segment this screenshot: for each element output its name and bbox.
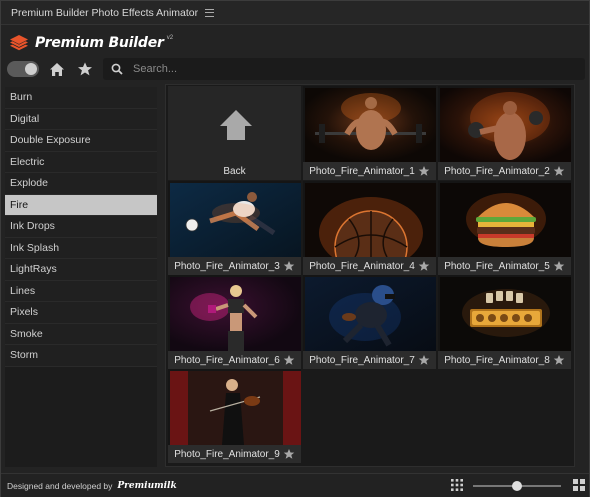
back-label: Back [223,165,246,177]
preset-label: Photo_Fire_Animator_8 [444,354,550,366]
favorite-star-icon[interactable] [283,354,295,366]
tile-caption: Photo_Fire_Animator_5 [438,257,571,275]
home-icon[interactable] [47,59,67,79]
preset-tile-9[interactable]: Photo_Fire_Animator_9 [168,369,301,463]
slider-handle[interactable] [512,481,522,491]
preset-thumbnail-7 [305,277,436,351]
mode-toggle[interactable] [7,61,39,77]
tile-caption: Back [168,162,301,180]
soccer-player-image [170,183,301,257]
fitness-woman-image [170,277,301,351]
preset-label: Photo_Fire_Animator_3 [174,260,280,272]
football-player-image [305,277,436,351]
tile-caption: Photo_Fire_Animator_4 [303,257,436,275]
preset-tile-1[interactable]: Photo_Fire_Animator_1 [303,86,436,180]
tile-caption: Photo_Fire_Animator_2 [438,162,571,180]
category-item-ink-drops[interactable]: Ink Drops [5,216,157,238]
burger-image [440,183,571,257]
tile-caption: Photo_Fire_Animator_3 [168,257,301,275]
preset-thumbnail-9 [170,371,301,445]
back-thumbnail [170,88,301,162]
category-list: Burn Digital Double Exposure Electric Ex… [5,87,157,467]
thumbnail-size-slider[interactable] [473,481,561,491]
tile-caption: Photo_Fire_Animator_6 [168,351,301,369]
tile-caption: Photo_Fire_Animator_7 [303,351,436,369]
large-grid-icon[interactable] [573,479,585,491]
category-item-smoke[interactable]: Smoke [5,323,157,345]
toolbar [7,57,585,81]
preset-label: Photo_Fire_Animator_9 [174,448,280,460]
favorite-star-icon[interactable] [553,354,565,366]
preset-tile-6[interactable]: Photo_Fire_Animator_6 [168,275,301,369]
footer-bar: Designed and developed by Premiumilk [1,473,589,497]
category-item-electric[interactable]: Electric [5,151,157,173]
back-tile[interactable]: Back [168,86,301,180]
developer-logo: Premiumilk [117,480,177,491]
brand-header: Premium Builder v2 [9,32,173,54]
preset-thumbnail-2 [440,88,571,162]
preset-thumbnail-4 [305,183,436,257]
extension-panel: Premium Builder Photo Effects Animator P… [0,0,590,497]
category-item-burn[interactable]: Burn [5,87,157,109]
casino-sign-image [440,277,571,351]
category-item-digital[interactable]: Digital [5,108,157,130]
violinist-image [170,371,301,445]
favorite-star-icon[interactable] [283,260,295,272]
category-item-pixels[interactable]: Pixels [5,302,157,324]
brand-name: Premium Builder [35,35,164,51]
preset-label: Photo_Fire_Animator_2 [444,165,550,177]
boxer-image [440,88,571,162]
basketball-image [305,183,436,257]
small-grid-icon[interactable] [451,479,463,491]
bodybuilder-image [305,88,436,162]
preset-thumbnail-1 [305,88,436,162]
tile-caption: Photo_Fire_Animator_1 [303,162,436,180]
preset-tile-7[interactable]: Photo_Fire_Animator_7 [303,275,436,369]
favorite-star-icon[interactable] [418,165,430,177]
title-bar: Premium Builder Photo Effects Animator [1,1,589,25]
preset-tile-2[interactable]: Photo_Fire_Animator_2 [438,86,571,180]
favorite-star-icon[interactable] [418,354,430,366]
tile-caption: Photo_Fire_Animator_8 [438,351,571,369]
category-item-double-exposure[interactable]: Double Exposure [5,130,157,152]
favorite-star-icon[interactable] [418,260,430,272]
stack-logo-icon [10,35,28,51]
preset-thumbnail-3 [170,183,301,257]
category-item-ink-splash[interactable]: Ink Splash [5,237,157,259]
preset-thumbnail-8 [440,277,571,351]
up-arrow-icon [220,110,252,140]
credit-text: Designed and developed by [7,480,113,491]
preset-thumbnail-5 [440,183,571,257]
preset-tile-5[interactable]: Photo_Fire_Animator_5 [438,181,571,275]
preset-tile-3[interactable]: Photo_Fire_Animator_3 [168,181,301,275]
toggle-knob [25,63,37,75]
favorite-star-icon[interactable] [283,448,295,460]
preset-label: Photo_Fire_Animator_1 [309,165,415,177]
category-item-fire[interactable]: Fire [5,194,157,216]
search-input[interactable] [133,63,533,75]
favorites-star-icon[interactable] [75,59,95,79]
favorite-star-icon[interactable] [553,165,565,177]
category-item-lines[interactable]: Lines [5,280,157,302]
tile-caption: Photo_Fire_Animator_9 [168,445,301,463]
preset-grid: Back Photo_Fire_Animator_1 Photo_Fire_An… [165,84,575,467]
preset-label: Photo_Fire_Animator_7 [309,354,415,366]
preset-label: Photo_Fire_Animator_5 [444,260,550,272]
panel-menu-icon[interactable] [205,8,215,17]
search-bar[interactable] [103,58,585,80]
category-item-storm[interactable]: Storm [5,345,157,367]
brand-version: v2 [166,35,174,41]
preset-label: Photo_Fire_Animator_6 [174,354,280,366]
favorite-star-icon[interactable] [553,260,565,272]
preset-label: Photo_Fire_Animator_4 [309,260,415,272]
category-item-explode[interactable]: Explode [5,173,157,195]
preset-tile-4[interactable]: Photo_Fire_Animator_4 [303,181,436,275]
preset-thumbnail-6 [170,277,301,351]
window-title: Premium Builder Photo Effects Animator [11,6,199,19]
preset-tile-8[interactable]: Photo_Fire_Animator_8 [438,275,571,369]
search-icon [111,63,123,75]
category-item-lightrays[interactable]: LightRays [5,259,157,281]
